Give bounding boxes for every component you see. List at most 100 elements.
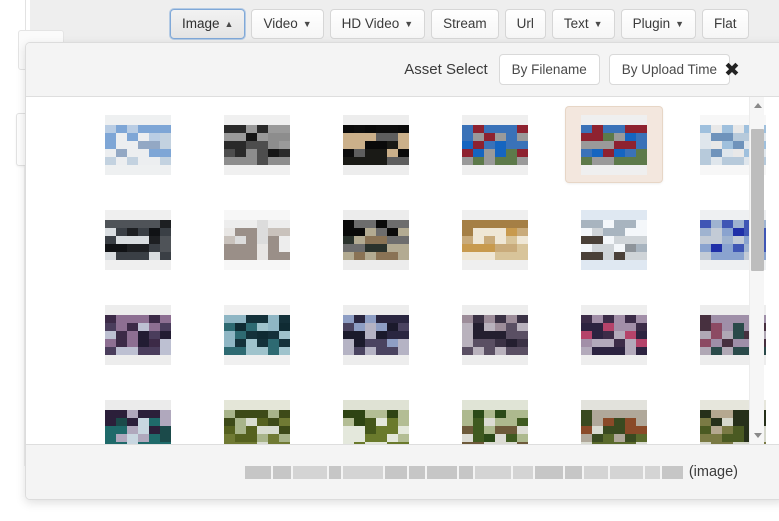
asset-thumbnail[interactable] — [328, 297, 424, 372]
thumbnail-pixel — [224, 442, 236, 445]
thumbnail-letterbox — [462, 355, 528, 365]
thumbnail-letterbox — [343, 400, 409, 410]
asset-thumbnail-image — [581, 115, 647, 175]
redacted-text-block — [610, 466, 643, 479]
asset-grid-area — [26, 97, 779, 444]
toolbar-button-label: Video — [263, 17, 297, 31]
scroll-down-arrow-icon[interactable] — [750, 429, 765, 442]
asset-thumbnail[interactable] — [447, 392, 543, 444]
thumbnail-pixel — [138, 442, 150, 445]
asset-thumbnail[interactable] — [209, 392, 305, 444]
thumbnail-pixel — [484, 442, 496, 445]
asset-thumbnail[interactable] — [447, 297, 543, 372]
thumbnail-letterbox — [105, 210, 171, 220]
chevron-up-icon: ▲ — [225, 20, 234, 29]
thumbnail-pixel — [700, 442, 712, 445]
dialog-footer: (image) — [26, 444, 779, 499]
asset-thumbnail-image — [581, 305, 647, 365]
screen: Image ▲ Video ▼ HD Video ▼ Stream Url Text ▼ Plugi… — [0, 0, 779, 521]
asset-thumbnail[interactable] — [328, 107, 424, 182]
thumbnail-pixel — [105, 442, 117, 445]
thumbnail-pixel — [376, 442, 388, 445]
asset-thumbnail-image — [105, 305, 171, 365]
asset-thumbnail[interactable] — [685, 202, 779, 277]
asset-thumbnail[interactable] — [566, 297, 662, 372]
close-icon[interactable]: ✖ — [722, 60, 742, 80]
toolbar-button-plugin[interactable]: Plugin ▼ — [621, 9, 696, 39]
thumbnail-letterbox — [581, 115, 647, 125]
redacted-text-block — [329, 466, 341, 479]
thumbnail-letterbox — [581, 305, 647, 315]
scrollbar-thumb[interactable] — [751, 129, 764, 271]
asset-thumbnail[interactable] — [90, 107, 186, 182]
thumbnail-pixel — [246, 442, 258, 445]
thumbnail-letterbox — [343, 260, 409, 270]
toolbar-button-text[interactable]: Text ▼ — [552, 9, 615, 39]
redacted-text-block — [409, 466, 425, 479]
asset-thumbnail[interactable] — [447, 107, 543, 182]
thumbnail-pixel — [257, 442, 269, 445]
asset-thumbnail[interactable] — [328, 202, 424, 277]
asset-thumbnail-image — [105, 115, 171, 175]
toolbar-button-label: Url — [517, 17, 534, 31]
chevron-down-icon: ▼ — [404, 20, 413, 29]
thumbnail-letterbox — [105, 355, 171, 365]
sort-by-upload-time-button[interactable]: By Upload Time — [609, 54, 730, 85]
redacted-text-block — [662, 466, 683, 479]
asset-thumbnail[interactable] — [328, 392, 424, 444]
asset-thumbnail[interactable] — [447, 202, 543, 277]
redacted-text-block — [427, 466, 457, 479]
scroll-up-arrow-icon[interactable] — [750, 99, 765, 112]
thumbnail-pixel — [733, 442, 745, 445]
asset-thumbnail[interactable] — [209, 107, 305, 182]
toolbar-button-stream[interactable]: Stream — [431, 9, 499, 39]
thumbnail-pixel — [592, 442, 604, 445]
toolbar-button-hd-video[interactable]: HD Video ▼ — [330, 9, 425, 39]
asset-thumbnail[interactable] — [685, 107, 779, 182]
asset-thumbnail[interactable] — [685, 297, 779, 372]
thumbnail-letterbox — [343, 165, 409, 175]
toolbar-button-label: Plugin — [633, 17, 671, 31]
asset-thumbnail-image — [343, 115, 409, 175]
thumbnail-pixel — [722, 442, 734, 445]
asset-thumbnail[interactable] — [90, 297, 186, 372]
thumbnail-pixel — [636, 442, 647, 445]
dialog-header: Asset Select By Filename By Upload Time … — [26, 43, 779, 97]
thumbnail-letterbox — [224, 115, 290, 125]
toolbar-button-label: Flat — [714, 17, 737, 31]
thumbnail-letterbox — [224, 165, 290, 175]
thumbnail-pixel — [711, 442, 723, 445]
thumbnail-pixel — [268, 442, 280, 445]
asset-grid-scrollbar[interactable] — [749, 97, 764, 444]
redacted-text-block — [535, 466, 563, 479]
thumbnail-letterbox — [343, 115, 409, 125]
thumbnail-letterbox — [224, 260, 290, 270]
toolbar-button-flat[interactable]: Flat — [702, 9, 749, 39]
asset-thumbnail[interactable] — [209, 297, 305, 372]
thumbnail-pixel — [398, 442, 409, 445]
sort-by-filename-button[interactable]: By Filename — [499, 54, 600, 85]
redacted-text-block — [565, 466, 582, 479]
thumbnail-letterbox — [581, 260, 647, 270]
toolbar-button-label: Text — [564, 17, 589, 31]
asset-thumbnail-image — [581, 210, 647, 270]
redacted-text-block — [385, 466, 407, 479]
toolbar-button-image[interactable]: Image ▲ — [170, 9, 245, 39]
thumbnail-pixel — [473, 442, 485, 445]
asset-thumbnail-selected[interactable] — [566, 107, 662, 182]
asset-thumbnail[interactable] — [90, 202, 186, 277]
thumbnail-letterbox — [581, 355, 647, 365]
toolbar-button-video[interactable]: Video ▼ — [251, 9, 323, 39]
thumbnail-pixel — [506, 442, 518, 445]
toolbar-button-url[interactable]: Url — [505, 9, 546, 39]
thumbnail-letterbox — [581, 210, 647, 220]
thumbnail-pixel — [235, 442, 247, 445]
asset-thumbnail[interactable] — [209, 202, 305, 277]
asset-thumbnail-image — [105, 400, 171, 445]
asset-thumbnail-image — [105, 210, 171, 270]
thumbnail-letterbox — [105, 400, 171, 410]
asset-thumbnail[interactable] — [566, 202, 662, 277]
redacted-text-block — [293, 466, 327, 479]
asset-thumbnail[interactable] — [566, 392, 662, 444]
asset-thumbnail[interactable] — [90, 392, 186, 444]
